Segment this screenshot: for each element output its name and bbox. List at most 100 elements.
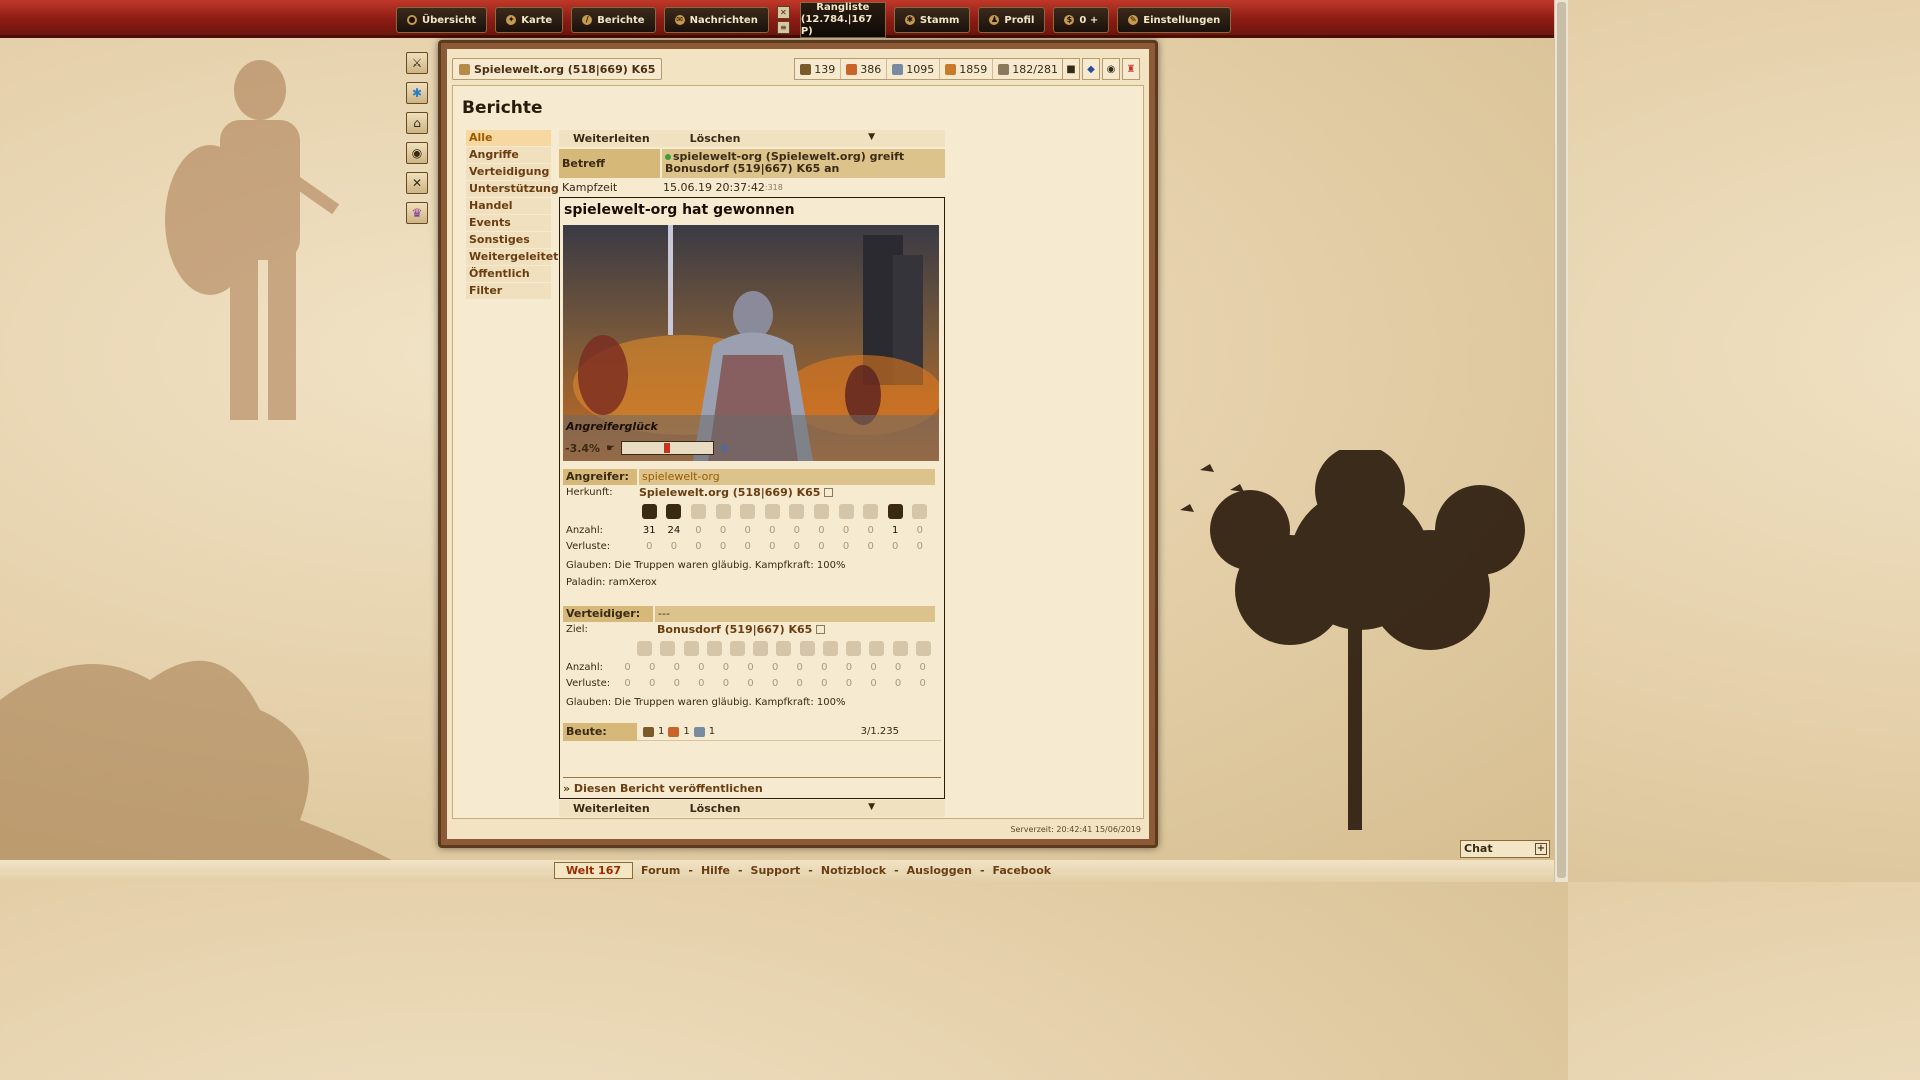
village-icon <box>459 63 470 75</box>
dropdown-arrow-icon[interactable]: ▼ <box>868 132 875 142</box>
sword-tool-icon[interactable]: ⚔ <box>406 52 428 74</box>
menu-item-attacks[interactable]: Angriffe <box>466 147 551 164</box>
nav-settings-button[interactable]: ✎ Einstellungen <box>1117 7 1232 33</box>
publish-report-link[interactable]: » Diesen Bericht veröffentlichen <box>563 777 941 795</box>
defender-unit-cell <box>726 639 749 657</box>
unit-type-icon <box>776 640 792 656</box>
ranking-button[interactable]: Rangliste (12.784.|167 P) <box>799 2 886 38</box>
book-icon[interactable]: ■ <box>1062 58 1080 80</box>
award-tool-icon[interactable]: ♛ <box>406 202 428 224</box>
battle-report: spielewelt-org hat gewonnen Angreiferglü… <box>559 197 945 799</box>
scrollbar-thumb[interactable] <box>1557 2 1566 878</box>
attacker-unit-cell <box>785 502 810 520</box>
iron-resource: 1095 <box>887 59 941 79</box>
delete-button[interactable]: Löschen <box>690 132 741 145</box>
defender-target-link[interactable]: Bonusdorf (519|667) K65 <box>657 623 812 636</box>
village-info-icon[interactable] <box>824 488 834 497</box>
star-tool-icon[interactable]: ✱ <box>406 82 428 104</box>
top-navbar: ● Übersicht ✦ Karte / Berichte ✉ Nachrichten… <box>0 0 1554 38</box>
chat-expand-icon[interactable]: + <box>1535 843 1547 855</box>
footer-link-facebook[interactable]: Facebook <box>993 864 1052 877</box>
menu-item-events[interactable]: Events <box>466 215 551 232</box>
report-actions-bottom: Weiterleiten Löschen ▼ <box>559 800 945 817</box>
defender-loss-row: Verluste: 0 0 0 0 0 0 0 0 0 0 0 0 0 <box>563 675 935 691</box>
defender-losses: 0 0 0 0 0 0 0 0 0 0 0 0 0 <box>615 678 935 689</box>
footer-link-support[interactable]: Support <box>751 864 801 877</box>
delete-button[interactable]: Löschen <box>690 802 741 815</box>
shield-tool-icon[interactable]: ◉ <box>406 142 428 164</box>
menu-item-support[interactable]: Unterstützung <box>466 181 559 198</box>
nav-map-button[interactable]: ✦ Karte <box>495 7 564 33</box>
notification-icon[interactable]: ✕ <box>776 6 790 19</box>
nav-tribe-button[interactable]: ✱ Stamm <box>893 7 971 33</box>
unit-count-cell: 0 <box>698 661 705 673</box>
quick-icons: ■ ◆ ◉ ♜ <box>1062 58 1140 80</box>
unit-count-cell: 0 <box>670 540 678 552</box>
scroll-icon[interactable]: ≡ <box>776 21 790 34</box>
unit-count-cell: 0 <box>719 540 727 552</box>
defender-counts: 0 0 0 0 0 0 0 0 0 0 0 0 0 <box>615 662 935 673</box>
village-name: Spielewelt.org (518|669) K65 <box>474 62 656 76</box>
page-scrollbar[interactable] <box>1554 0 1568 882</box>
battle-image: Angreiferglück -3.4% ☛ ✤ <box>563 225 939 461</box>
loot-total: 3/1.235 <box>860 726 899 737</box>
footer-link-forum[interactable]: Forum <box>641 864 680 877</box>
menu-item-trade[interactable]: Handel <box>466 198 551 215</box>
storage-value: 1859 <box>959 62 988 76</box>
attacker-origin-label: Herkunft: <box>566 487 613 498</box>
nav-premium-button[interactable]: $0 + <box>1053 7 1110 33</box>
village-bar: Spielewelt.org (518|669) K65 139 386 109… <box>452 54 1144 80</box>
world-badge[interactable]: Welt 167 <box>554 862 634 879</box>
forward-button[interactable]: Weiterleiten <box>573 802 650 815</box>
footer-link-help[interactable]: Hilfe <box>701 864 730 877</box>
unit-count-cell: 0 <box>821 661 828 673</box>
unit-count-cell: 0 <box>744 524 751 536</box>
defender-unit-cell <box>912 639 935 657</box>
menu-item-public[interactable]: Öffentlich <box>466 266 551 283</box>
defender-faith: Glauben: Die Truppen waren gläubig. Kamp… <box>566 697 846 708</box>
menu-item-other[interactable]: Sonstiges <box>466 232 551 249</box>
dropdown-arrow-icon[interactable]: ▼ <box>868 802 875 812</box>
nav-overview-button[interactable]: ● Übersicht <box>396 7 488 33</box>
castle-icon[interactable]: ♜ <box>1122 58 1140 80</box>
unit-count-cell: 0 <box>722 661 730 673</box>
crossed-swords-tool-icon[interactable]: ✕ <box>406 172 428 194</box>
nav-small-icons: ✕ ≡ <box>776 6 790 34</box>
defender-unit-cell <box>889 639 912 657</box>
attacker-section: Angreifer: spielewelt-org Herkunft: Spie… <box>563 469 935 591</box>
shield-icon[interactable]: ◆ <box>1082 58 1100 80</box>
forward-button[interactable]: Weiterleiten <box>573 132 650 145</box>
chat-label: Chat <box>1464 842 1493 855</box>
unit-count-cell: 0 <box>624 661 631 673</box>
attacker-name[interactable]: spielewelt-org <box>639 469 935 485</box>
server-time: Serverzeit: 20:42:41 15/06/2019 <box>1010 825 1141 834</box>
battle-time-row: Kampfzeit 15.06.19 20:37:42:318 <box>559 178 945 196</box>
nav-profile-button[interactable]: ♟ Profil <box>978 7 1046 33</box>
luck-title: Angreiferglück <box>566 420 658 433</box>
unit-type-icon <box>637 640 653 656</box>
defender-unit-cell <box>842 639 865 657</box>
defender-unit-cell <box>749 639 772 657</box>
menu-item-filter[interactable]: Filter <box>466 283 551 300</box>
attacker-unit-cell <box>662 502 687 520</box>
unit-count-cell: 0 <box>870 677 877 689</box>
page-title: Berichte <box>462 98 543 118</box>
defender-unit-cell <box>633 639 656 657</box>
village-info-icon[interactable] <box>816 625 826 634</box>
menu-item-all[interactable]: Alle <box>466 130 551 147</box>
menu-item-forwarded[interactable]: Weitergeleitet <box>466 249 558 266</box>
chat-panel[interactable]: Chat + <box>1460 840 1550 858</box>
footer-link-notepad[interactable]: Notizblock <box>821 864 886 877</box>
unit-count-cell: 0 <box>769 524 776 536</box>
nav-reports-button[interactable]: / Berichte <box>571 7 656 33</box>
helmet-icon[interactable]: ◉ <box>1102 58 1120 80</box>
footer-link-logout[interactable]: Ausloggen <box>907 864 972 877</box>
unit-type-icon <box>813 503 829 519</box>
nav-messages-button[interactable]: ✉ Nachrichten <box>663 7 769 33</box>
village-selector[interactable]: Spielewelt.org (518|669) K65 <box>452 58 663 80</box>
building-tool-icon[interactable]: ⌂ <box>406 112 428 134</box>
tree-illustration <box>1180 450 1525 830</box>
menu-item-defense[interactable]: Verteidigung <box>466 164 551 181</box>
attacker-origin-link[interactable]: Spielewelt.org (518|669) K65 <box>639 486 820 499</box>
unit-count-cell: 0 <box>894 661 902 673</box>
